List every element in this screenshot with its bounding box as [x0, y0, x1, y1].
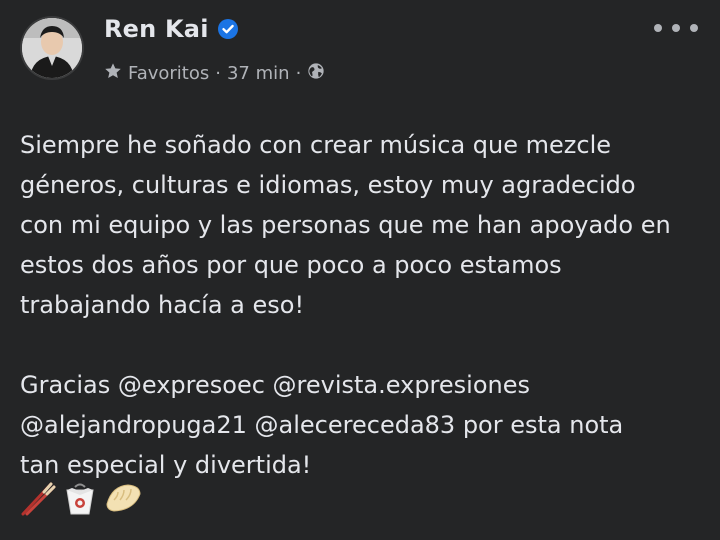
more-options-icon[interactable]	[654, 20, 698, 36]
star-icon	[104, 62, 122, 85]
post-line: con mi equipo y las personas que me han …	[20, 211, 671, 239]
globe-icon[interactable]	[307, 62, 325, 85]
post-line: estos dos años por que poco a poco estam…	[20, 251, 562, 279]
more-dot	[654, 24, 662, 32]
takeout-box-icon	[62, 480, 98, 516]
post-line: géneros, culturas e idiomas, estoy muy a…	[20, 171, 636, 199]
verified-badge-icon	[217, 18, 239, 40]
author-name[interactable]: Ren Kai	[104, 15, 209, 43]
audience-label[interactable]: Favoritos	[128, 63, 209, 84]
avatar-image	[22, 18, 82, 78]
avatar[interactable]	[22, 18, 82, 78]
post-meta: Favoritos · 37 min ·	[104, 62, 325, 85]
dumpling-icon	[104, 480, 142, 516]
more-dot	[672, 24, 680, 32]
post-line[interactable]: Gracias @expresoec @revista.expresiones	[20, 365, 710, 405]
post-text: Siempre he soñado con crear música que m…	[20, 125, 710, 485]
post-line: Siempre he soñado con crear música que m…	[20, 131, 611, 159]
facebook-post: Ren Kai Favoritos · 37 min · Siempre he …	[0, 0, 720, 540]
more-dot	[690, 24, 698, 32]
author-row: Ren Kai	[104, 15, 239, 43]
post-line: tan especial y divertida!	[20, 451, 312, 479]
timestamp[interactable]: 37 min	[227, 63, 290, 84]
post-line[interactable]: @alejandropuga21 @alecereceda83 por esta…	[20, 405, 710, 445]
meta-separator: ·	[295, 62, 302, 84]
emoji-row	[20, 480, 142, 516]
meta-separator: ·	[215, 62, 221, 84]
post-line: trabajando hacía a eso!	[20, 291, 305, 319]
chopsticks-icon	[20, 480, 56, 516]
